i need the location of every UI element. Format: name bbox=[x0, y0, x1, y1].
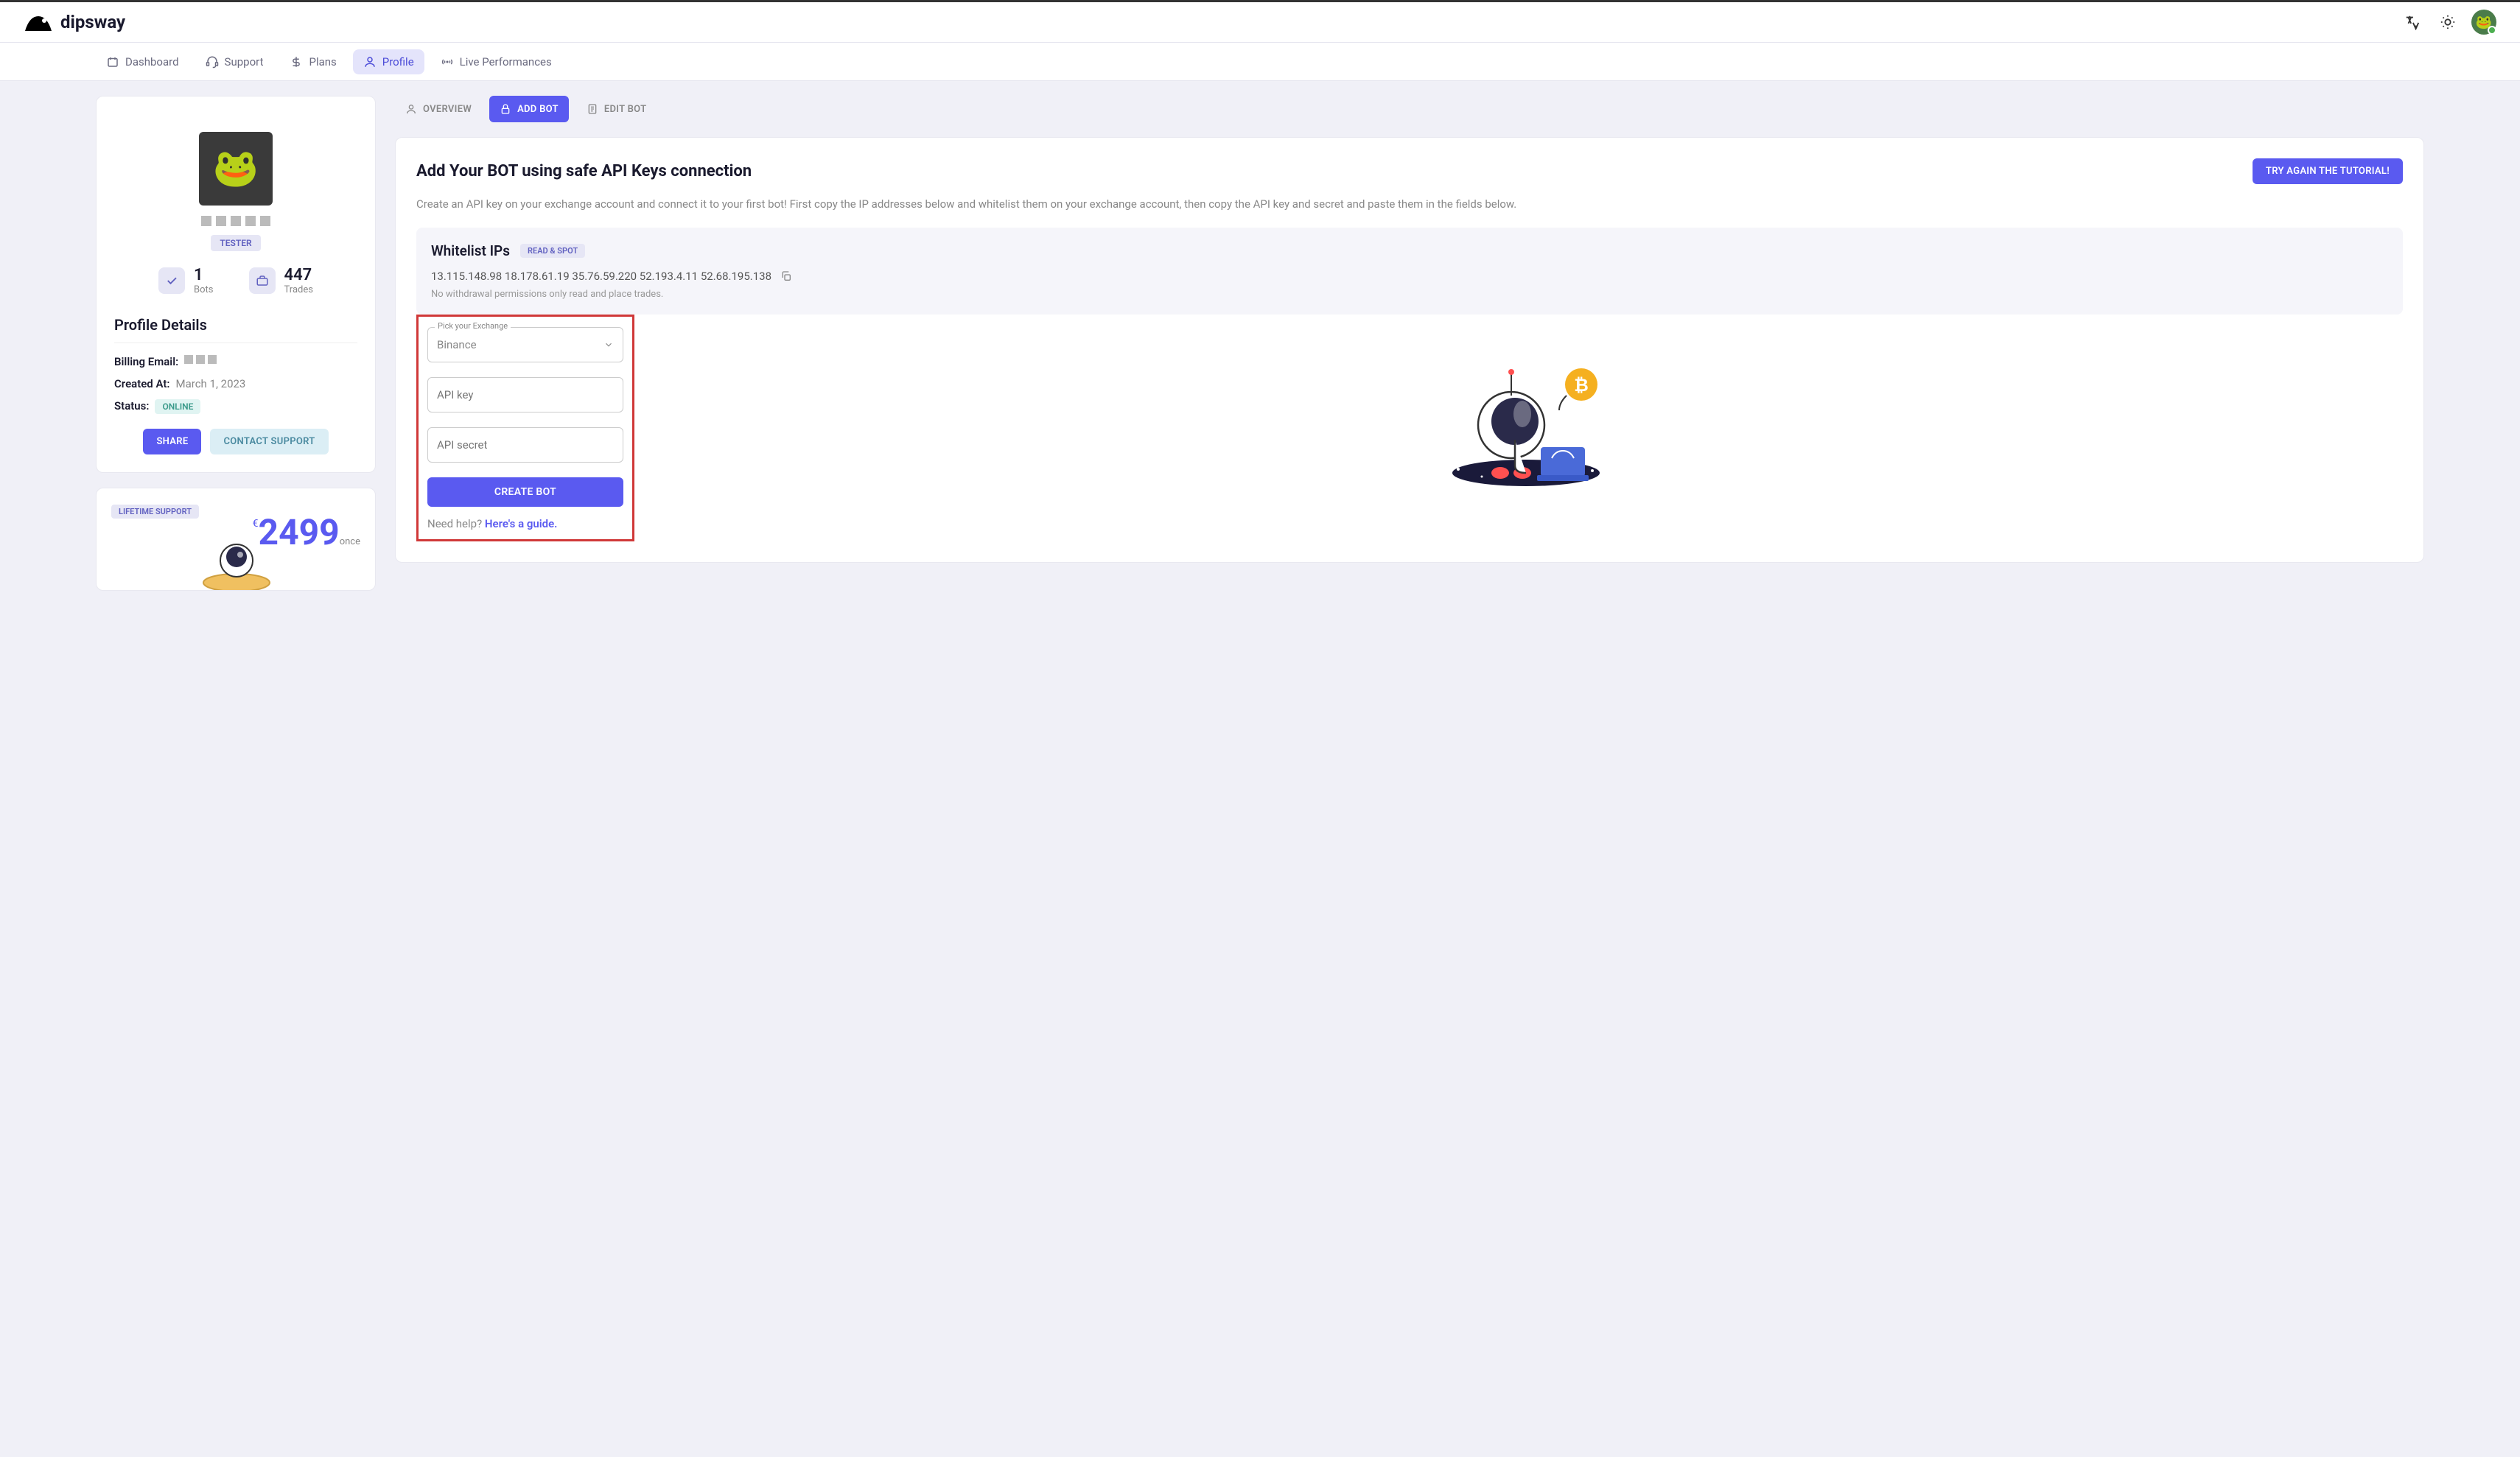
trades-count: 447 bbox=[284, 266, 313, 284]
ip-list: 13.115.148.98 18.178.61.19 35.76.59.220 … bbox=[431, 270, 771, 283]
profile-avatar: 🐸 bbox=[199, 132, 273, 206]
user-icon bbox=[363, 55, 377, 69]
check-icon bbox=[158, 267, 185, 294]
user-icon bbox=[405, 103, 417, 115]
profile-card: 🐸 TESTER 1 Bots 447 Trades bbox=[96, 96, 376, 473]
create-bot-button[interactable]: CREATE BOT bbox=[427, 477, 623, 507]
addbot-card: Add Your BOT using safe API Keys connect… bbox=[395, 137, 2424, 563]
signal-icon bbox=[441, 55, 454, 69]
astronaut-laptop-illustration: ₿ bbox=[657, 315, 2403, 491]
create-bot-form: Pick your Exchange Binance CREATE BOT bbox=[416, 315, 634, 541]
lifetime-suffix: once bbox=[340, 536, 360, 547]
briefcase-icon bbox=[249, 267, 276, 294]
bots-count: 1 bbox=[194, 266, 213, 284]
stat-trades: 447 Trades bbox=[249, 266, 313, 295]
username-redacted bbox=[114, 216, 357, 226]
stat-bots: 1 Bots bbox=[158, 266, 213, 295]
whitelist-box: Whitelist IPs READ & SPOT 13.115.148.98 … bbox=[416, 228, 2403, 315]
lifetime-card: LIFETIME SUPPORT € 2499 once bbox=[96, 488, 376, 591]
headset-icon bbox=[206, 55, 219, 69]
bots-label: Bots bbox=[194, 284, 213, 295]
help-text: Need help? Here's a guide. bbox=[427, 517, 623, 530]
nav-profile-label: Profile bbox=[382, 55, 414, 69]
help-prefix: Need help? bbox=[427, 517, 485, 530]
nav-plans-label: Plans bbox=[309, 55, 336, 69]
theme-toggle-icon[interactable] bbox=[2436, 10, 2460, 34]
nav-live-label: Live Performances bbox=[460, 55, 552, 69]
astronaut-illustration bbox=[185, 524, 288, 591]
exchange-select[interactable]: Binance bbox=[427, 327, 623, 362]
profile-details-heading: Profile Details bbox=[114, 316, 357, 343]
copy-icon[interactable] bbox=[780, 270, 792, 282]
avatar[interactable]: 🐸 bbox=[2471, 10, 2496, 35]
svg-text:₿: ₿ bbox=[1574, 375, 1589, 396]
tester-badge: TESTER bbox=[211, 235, 260, 251]
nav-live[interactable]: Live Performances bbox=[430, 49, 562, 74]
whitelist-badge: READ & SPOT bbox=[520, 244, 585, 258]
lifetime-badge: LIFETIME SUPPORT bbox=[111, 505, 199, 519]
tutorial-button[interactable]: TRY AGAIN THE TUTORIAL! bbox=[2253, 158, 2403, 184]
logo-icon bbox=[24, 10, 53, 34]
brand[interactable]: dipsway bbox=[24, 10, 125, 34]
ip-note: No withdrawal permissions only read and … bbox=[431, 289, 2388, 300]
exchange-value: Binance bbox=[437, 338, 477, 351]
billing-label: Billing Email: bbox=[114, 355, 178, 368]
lock-icon bbox=[500, 103, 511, 115]
share-button[interactable]: SHARE bbox=[143, 429, 201, 454]
contact-support-button[interactable]: CONTACT SUPPORT bbox=[210, 429, 328, 454]
language-icon[interactable] bbox=[2401, 10, 2424, 34]
tab-editbot[interactable]: EDIT BOT bbox=[576, 96, 657, 122]
nav-support-label: Support bbox=[225, 55, 264, 69]
nav-dashboard-label: Dashboard bbox=[125, 55, 179, 69]
billing-redacted bbox=[184, 355, 217, 368]
apisecret-input[interactable] bbox=[427, 427, 623, 463]
apikey-input[interactable] bbox=[427, 377, 623, 412]
whitelist-title: Whitelist IPs bbox=[431, 242, 510, 259]
nav-profile[interactable]: Profile bbox=[353, 49, 424, 74]
help-link[interactable]: Here's a guide. bbox=[485, 517, 558, 530]
tab-editbot-label: EDIT BOT bbox=[604, 104, 647, 115]
tab-addbot-label: ADD BOT bbox=[517, 104, 559, 115]
created-label: Created At: bbox=[114, 377, 170, 390]
chevron-down-icon bbox=[603, 340, 614, 350]
addbot-desc: Create an API key on your exchange accou… bbox=[416, 196, 2403, 213]
exchange-label: Pick your Exchange bbox=[435, 321, 511, 331]
status-badge: ONLINE bbox=[155, 399, 200, 414]
nav-dashboard[interactable]: Dashboard bbox=[96, 49, 189, 74]
document-icon bbox=[587, 103, 598, 115]
nav-plans[interactable]: Plans bbox=[279, 49, 346, 74]
tab-addbot[interactable]: ADD BOT bbox=[489, 96, 569, 122]
trades-label: Trades bbox=[284, 284, 313, 295]
tab-overview-label: OVERVIEW bbox=[423, 104, 472, 115]
brand-text: dipsway bbox=[60, 12, 125, 32]
dollar-icon bbox=[290, 55, 303, 69]
nav-support[interactable]: Support bbox=[195, 49, 274, 74]
addbot-title: Add Your BOT using safe API Keys connect… bbox=[416, 162, 752, 180]
profile-tabs: OVERVIEW ADD BOT EDIT BOT bbox=[395, 96, 2424, 122]
status-label: Status: bbox=[114, 399, 149, 414]
tab-overview[interactable]: OVERVIEW bbox=[395, 96, 482, 122]
dashboard-icon bbox=[106, 55, 119, 69]
created-value: March 1, 2023 bbox=[176, 377, 246, 390]
